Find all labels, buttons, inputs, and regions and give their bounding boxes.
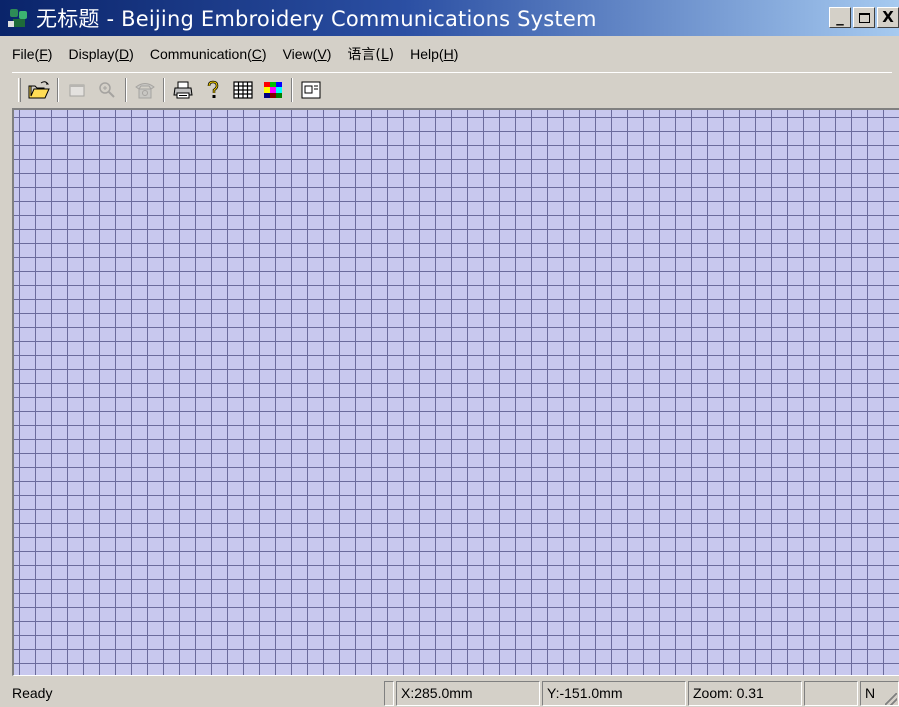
menu-file[interactable]: File(F) — [12, 46, 52, 62]
close-button[interactable]: X — [877, 7, 899, 28]
status-y-coordinate: Y:-151.0mm — [542, 681, 686, 706]
status-ready-text: Ready — [12, 685, 53, 701]
toolbar-separator — [291, 77, 293, 102]
telephone-icon — [135, 82, 155, 98]
status-pane-blank — [804, 681, 858, 706]
zoom-button[interactable] — [95, 78, 119, 102]
title-bar[interactable]: 无标题 - Beijing Embroidery Communications … — [0, 0, 899, 36]
zoom-icon — [99, 81, 115, 98]
embroidery-app-icon[interactable] — [8, 7, 30, 29]
embroidery-grid-canvas[interactable] — [12, 108, 899, 676]
resize-grip[interactable] — [885, 693, 897, 705]
toolbar-separator — [125, 77, 127, 102]
color-palette-icon — [264, 81, 282, 98]
about-window-icon — [301, 81, 321, 98]
grid-icon — [233, 80, 253, 99]
menu-view[interactable]: View(V) — [283, 46, 332, 62]
menu-display[interactable]: Display(D) — [68, 46, 133, 62]
maximize-button[interactable] — [853, 7, 875, 28]
toolbar-grip[interactable] — [18, 77, 21, 102]
menu-communication[interactable]: Communication(C) — [150, 46, 267, 62]
help-icon — [207, 80, 219, 98]
window-icon — [69, 84, 85, 96]
toolbar-separator — [57, 77, 59, 102]
toolbar-separator — [163, 77, 165, 102]
window-title: 无标题 - Beijing Embroidery Communications … — [36, 7, 597, 31]
status-zoom: Zoom: 0.31 — [688, 681, 802, 706]
menu-language[interactable]: 语言(L) — [347, 44, 394, 64]
color-palette-button[interactable] — [261, 78, 285, 102]
status-bar: Ready X:285.0mm Y:-151.0mm Zoom: 0.31 N — [0, 678, 899, 707]
grid-toggle-button[interactable] — [231, 78, 255, 102]
minimize-button[interactable]: _ — [829, 7, 851, 28]
toolbar — [12, 72, 892, 106]
maximize-icon — [858, 12, 870, 23]
print-button[interactable] — [171, 78, 195, 102]
open-button[interactable] — [27, 78, 51, 102]
menu-bar: File(F) Display(D) Communication(C) View… — [0, 36, 899, 72]
telephone-button[interactable] — [133, 78, 157, 102]
open-folder-icon — [28, 80, 50, 98]
status-pane-empty — [384, 681, 394, 706]
printer-icon — [173, 81, 193, 98]
about-button[interactable] — [299, 78, 323, 102]
window-button[interactable] — [65, 78, 89, 102]
help-button[interactable] — [201, 78, 225, 102]
status-x-coordinate: X:285.0mm — [396, 681, 540, 706]
menu-help[interactable]: Help(H) — [410, 46, 458, 62]
